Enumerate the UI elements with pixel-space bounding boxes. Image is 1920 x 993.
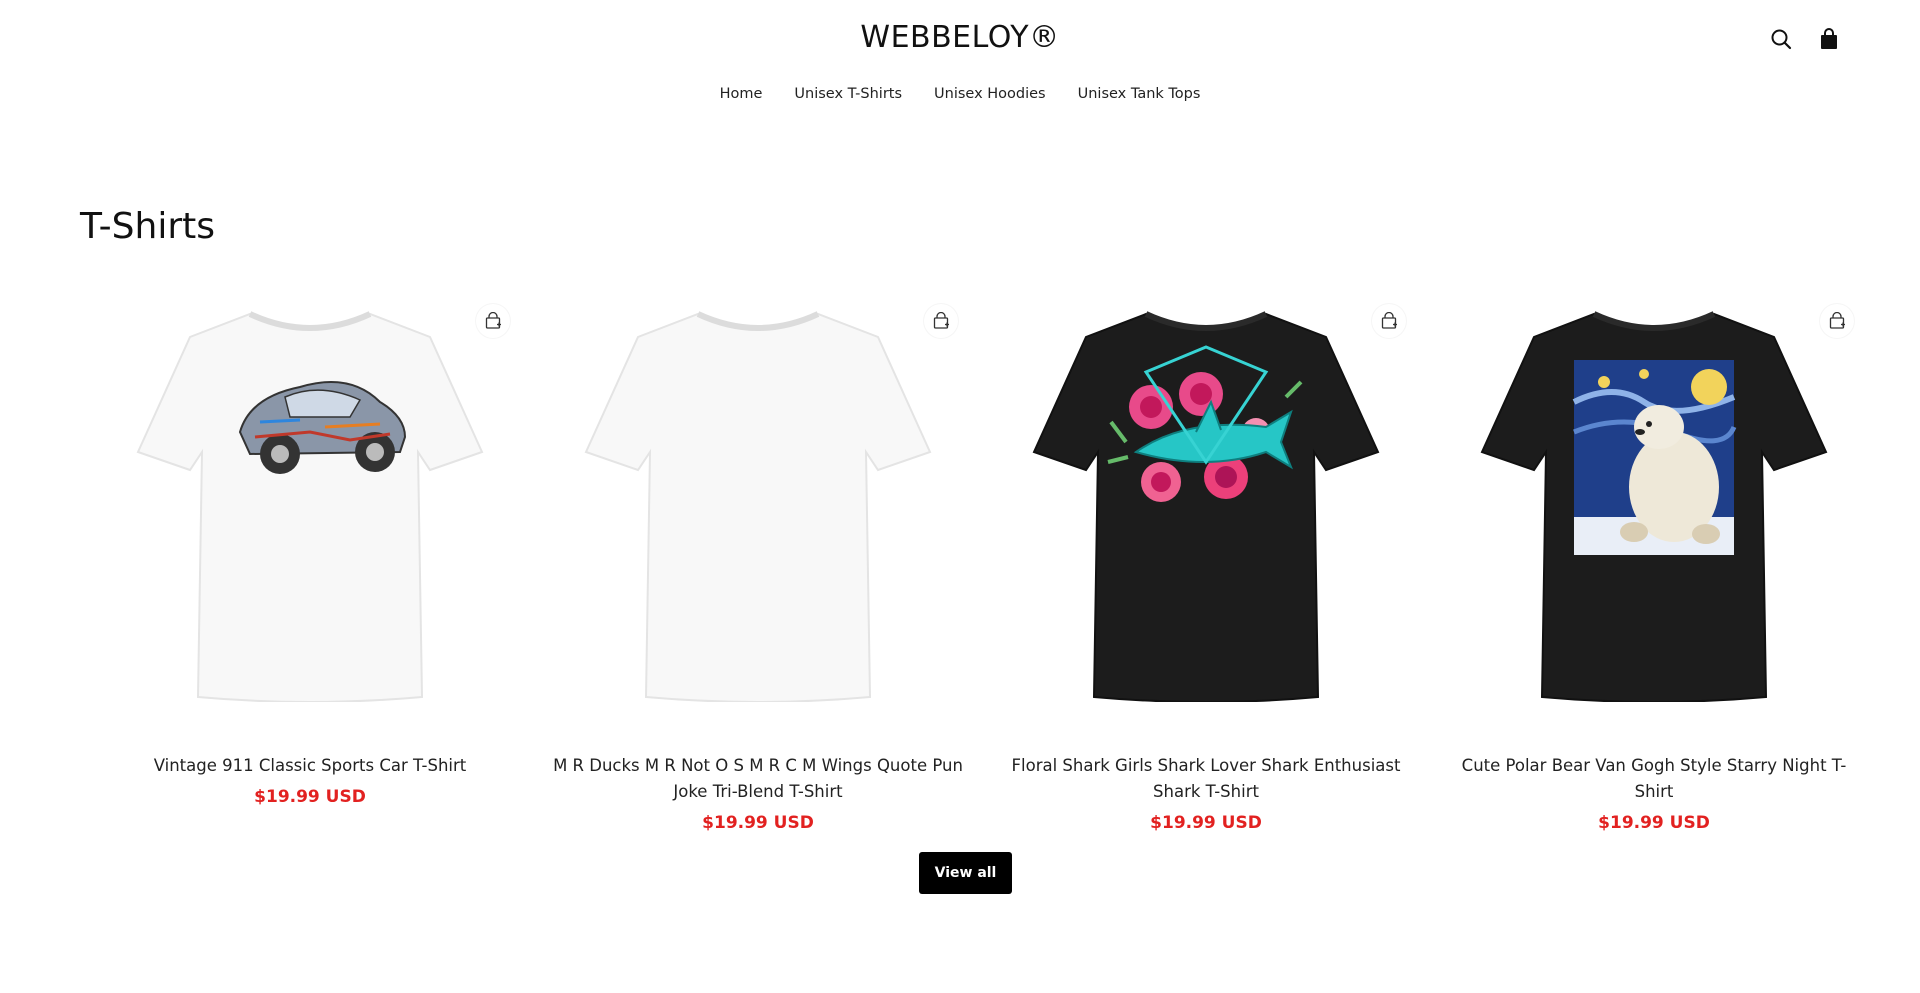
product-price: $19.99 USD [1598, 813, 1710, 833]
black-tshirt-polar-bear-image [1480, 311, 1828, 702]
product-title[interactable]: Vintage 911 Classic Sports Car T-Shirt [100, 753, 520, 779]
view-all-button[interactable]: View all [919, 852, 1012, 894]
nav-unisex-tank-tops[interactable]: Unisex Tank Tops [1078, 86, 1201, 102]
product-image[interactable] [996, 302, 1416, 712]
main-nav: Home Unisex T-Shirts Unisex Hoodies Unis… [0, 86, 1920, 102]
product-title[interactable]: Cute Polar Bear Van Gogh Style Starry Ni… [1444, 753, 1864, 805]
product-price: $19.99 USD [254, 787, 366, 807]
quick-add-button[interactable] [476, 304, 510, 338]
bag-plus-icon [1381, 312, 1397, 329]
product-price: $19.99 USD [702, 813, 814, 833]
nav-home[interactable]: Home [720, 86, 763, 102]
bag-plus-icon [1829, 312, 1845, 329]
nav-unisex-hoodies[interactable]: Unisex Hoodies [934, 86, 1046, 102]
white-tshirt-car-image [136, 311, 484, 702]
bag-plus-icon [485, 312, 501, 329]
shopping-bag-icon[interactable] [1816, 26, 1842, 52]
quick-add-button[interactable] [924, 304, 958, 338]
header-icons [1768, 26, 1842, 52]
product-title[interactable]: Floral Shark Girls Shark Lover Shark Ent… [996, 753, 1416, 805]
bag-plus-icon [933, 312, 949, 329]
site-logo[interactable]: WEBBELOY® [0, 20, 1920, 55]
product-image[interactable] [100, 302, 520, 712]
product-price: $19.99 USD [1150, 813, 1262, 833]
product-card[interactable]: Floral Shark Girls Shark Lover Shark Ent… [996, 302, 1416, 833]
product-image[interactable] [548, 302, 968, 712]
product-image[interactable] [1444, 302, 1864, 712]
nav-unisex-t-shirts[interactable]: Unisex T-Shirts [794, 86, 902, 102]
quick-add-button[interactable] [1820, 304, 1854, 338]
product-title[interactable]: M R Ducks M R Not O S M R C M Wings Quot… [548, 753, 968, 805]
product-card[interactable]: Cute Polar Bear Van Gogh Style Starry Ni… [1444, 302, 1864, 833]
search-icon[interactable] [1768, 26, 1794, 52]
site-header: WEBBELOY® Home Unisex T-Shirts Unisex Ho… [0, 0, 1920, 130]
quick-add-button[interactable] [1372, 304, 1406, 338]
black-tshirt-shark-image [1032, 311, 1380, 702]
product-card[interactable]: Vintage 911 Classic Sports Car T-Shirt $… [100, 302, 520, 833]
product-card[interactable]: M R Ducks M R Not O S M R C M Wings Quot… [548, 302, 968, 833]
section-title: T-Shirts [80, 206, 216, 247]
white-tshirt-image [584, 311, 932, 702]
product-grid: Vintage 911 Classic Sports Car T-Shirt $… [100, 302, 1864, 833]
